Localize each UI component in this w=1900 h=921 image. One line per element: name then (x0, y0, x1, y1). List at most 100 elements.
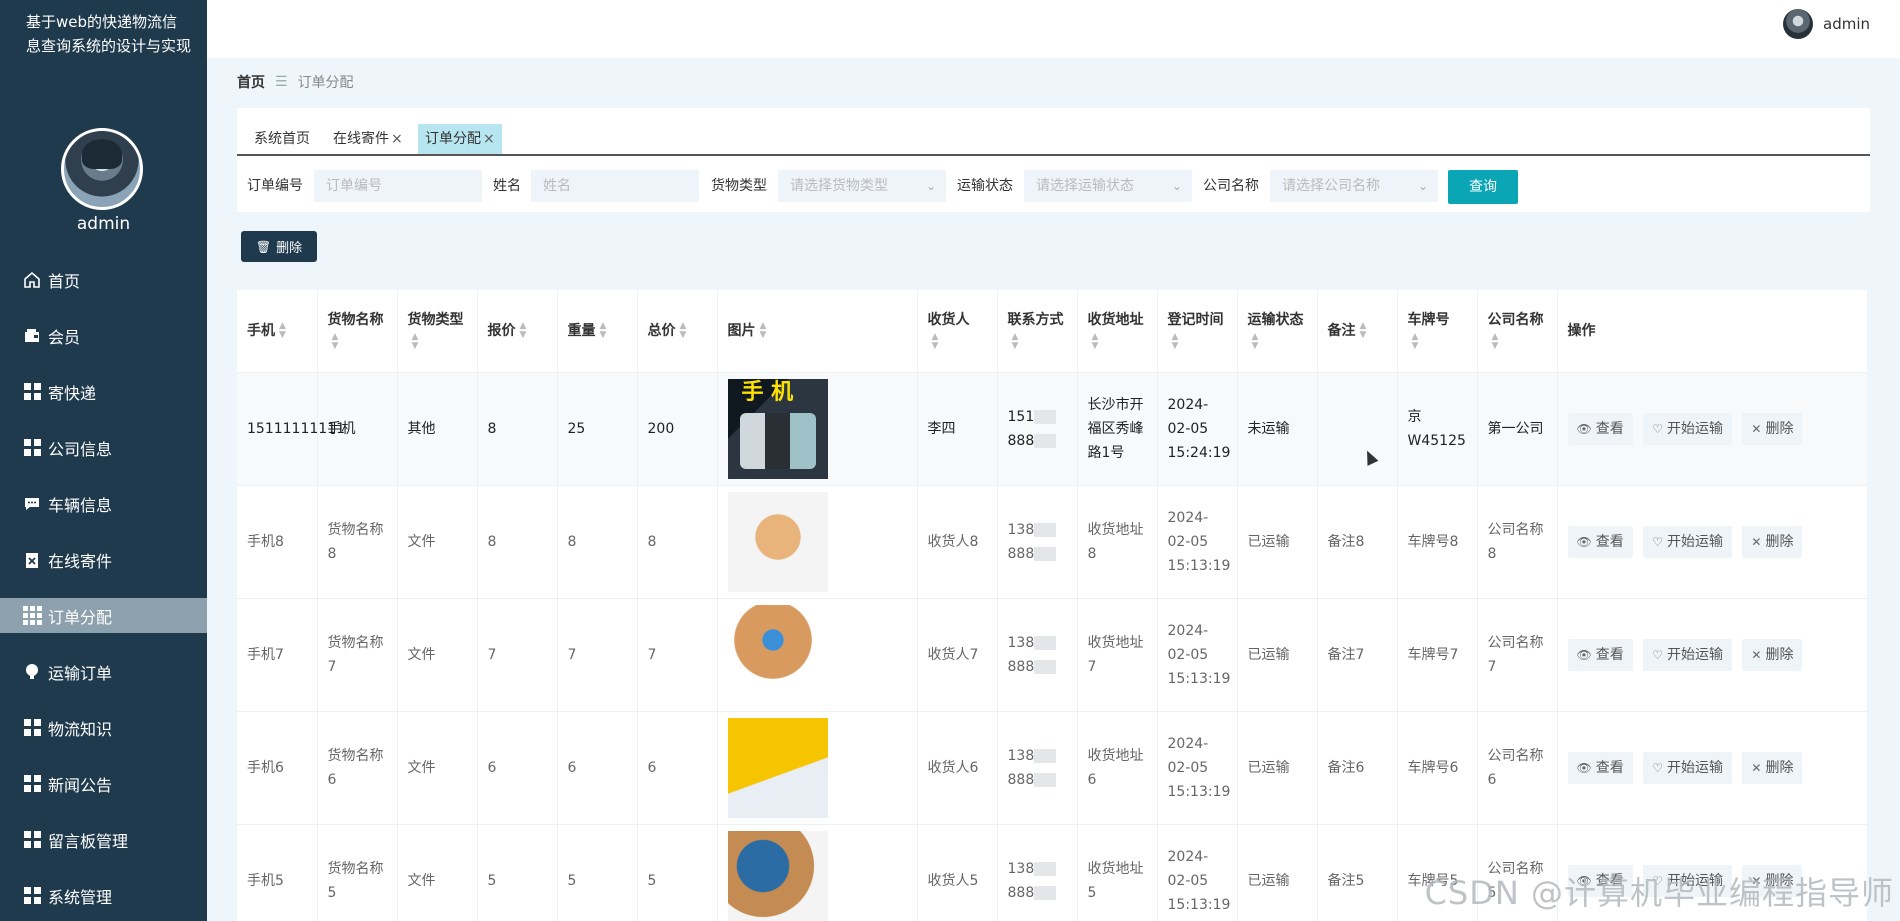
column-header[interactable]: 车牌号 ▲ ▼ (1397, 290, 1478, 372)
contact-suffix: 888 (1007, 658, 1035, 675)
tab-order-assign[interactable]: 订单分配 × (418, 124, 502, 154)
cell-image (717, 484, 918, 598)
delete-button[interactable]: ✕ 删除 (1742, 638, 1803, 671)
sidebar-item-send-express[interactable]: 寄快递 (0, 374, 207, 409)
sidebar-item-order-assign[interactable]: 订单分配 (0, 598, 207, 633)
view-button[interactable]: 👁 查看 (1567, 751, 1633, 784)
transport-status-label: 运输状态 (957, 178, 1013, 194)
sort-icon[interactable]: ▲ ▼ (332, 332, 339, 351)
cell-status: 已运输 (1237, 710, 1318, 824)
column-header[interactable]: 登记时间 ▲ ▼ (1157, 290, 1238, 372)
column-header[interactable]: 公司名称 ▲ ▼ (1477, 290, 1558, 372)
boxes-image[interactable] (727, 604, 828, 705)
sort-icon[interactable]: ▲ ▼ (760, 321, 767, 340)
sort-icon[interactable]: ▲ ▼ (1360, 321, 1367, 340)
user-menu[interactable]: admin (1783, 9, 1870, 39)
column-header[interactable]: 手机 ▲ ▼ (237, 290, 318, 372)
view-button[interactable]: 👁 查看 (1567, 525, 1633, 558)
tab-system-home[interactable]: 系统首页 (247, 124, 317, 154)
column-header[interactable]: 运输状态 ▲ ▼ (1237, 290, 1318, 372)
cell-quote: 5 (477, 823, 558, 921)
sort-icon[interactable]: ▲ ▼ (279, 321, 286, 340)
column-header[interactable]: 收货地址 ▲ ▼ (1077, 290, 1158, 372)
sidebar-item-home[interactable]: 首页 (0, 262, 207, 297)
cell-receiver: 收货人8 (917, 484, 998, 598)
close-icon[interactable]: × (391, 131, 403, 147)
start-transport-button[interactable]: ♡ 开始运输 (1643, 525, 1732, 558)
breadcrumb: 首页 ☰ 订单分配 (237, 72, 354, 92)
cell-status: 已运输 (1237, 484, 1318, 598)
sidebar-item-member[interactable]: 会员 (0, 318, 207, 353)
sort-icon[interactable]: ▲ ▼ (600, 321, 607, 340)
cell-company: 公司名称8 (1477, 484, 1558, 598)
sidebar-item-logistics-knowledge[interactable]: 物流知识 (0, 710, 207, 745)
sort-icon[interactable]: ▲ ▼ (1252, 332, 1259, 351)
sort-icon[interactable]: ▲ ▼ (932, 332, 939, 351)
table-row[interactable]: 15111111111 手机 其他 8 25 200 李四 151888 长沙市… (237, 371, 1867, 485)
name-input[interactable]: 姓名 (531, 170, 699, 202)
order-no-input[interactable]: 订单编号 (314, 170, 482, 202)
column-header[interactable]: 图片 ▲ ▼ (717, 290, 918, 372)
heart-icon: ♡ (1652, 647, 1663, 662)
view-button[interactable]: 👁 查看 (1567, 412, 1633, 445)
start-transport-button[interactable]: ♡ 开始运输 (1643, 751, 1732, 784)
sidebar-item-vehicle[interactable]: 车辆信息 (0, 486, 207, 521)
column-header[interactable]: 报价 ▲ ▼ (477, 290, 558, 372)
avatar[interactable] (61, 128, 143, 210)
column-header[interactable]: 备注 ▲ ▼ (1317, 290, 1398, 372)
delete-button[interactable]: ✕ 删除 (1742, 525, 1803, 558)
globe-image[interactable] (727, 830, 828, 921)
sort-icon[interactable]: ▲ ▼ (412, 332, 419, 351)
column-header[interactable]: 重量 ▲ ▼ (557, 290, 638, 372)
column-header[interactable]: 收货人 ▲ ▼ (917, 290, 998, 372)
sidebar-menu: 首页 会员 寄快递 公司信息 车辆信息 在线寄件 订单分配 运输订单 物流知识 … (0, 262, 207, 921)
phone-image[interactable] (727, 378, 828, 479)
redacted-block (1034, 522, 1057, 537)
column-header[interactable]: 联系方式 ▲ ▼ (997, 290, 1078, 372)
batch-delete-button[interactable]: 🗑 删除 (241, 231, 317, 262)
transport-status-select[interactable]: 请选择运输状态 ⌄ (1024, 170, 1192, 202)
column-header[interactable]: 总价 ▲ ▼ (637, 290, 718, 372)
cell-actions: 👁 查看 ♡ 开始运输 ✕ 删除 (1557, 597, 1867, 711)
cell-phone: 手机5 (237, 823, 318, 921)
tickets-image[interactable] (727, 717, 828, 818)
cell-address: 收货地址5 (1077, 823, 1158, 921)
delete-button[interactable]: ✕ 删除 (1742, 412, 1803, 445)
sort-icon[interactable]: ▲ ▼ (1492, 332, 1499, 351)
courier-image[interactable] (727, 491, 828, 592)
close-icon[interactable]: × (483, 131, 495, 147)
cell-goods-name: 货物名称7 (317, 597, 398, 711)
column-header[interactable]: 货物名称 ▲ ▼ (317, 290, 398, 372)
clipboard-x-icon (22, 550, 42, 570)
sidebar-item-transport-order[interactable]: 运输订单 (0, 654, 207, 689)
sort-icon[interactable]: ▲ ▼ (520, 321, 527, 340)
sidebar-item-company[interactable]: 公司信息 (0, 430, 207, 465)
query-button[interactable]: 查询 (1448, 170, 1518, 204)
table-row[interactable]: 手机6 货物名称6 文件 6 6 6 收货人6 138 888 收货地址6 202… (237, 710, 1867, 824)
table-row[interactable]: 手机7 货物名称7 文件 7 7 7 收货人7 138 888 收货地址7 202… (237, 597, 1867, 711)
sort-icon[interactable]: ▲ ▼ (680, 321, 687, 340)
grid-icon (22, 438, 42, 458)
table-row[interactable]: 手机8 货物名称8 文件 8 8 8 收货人8 138 888 收货地址8 202… (237, 484, 1867, 598)
delete-button[interactable]: ✕ 删除 (1742, 751, 1803, 784)
sort-icon[interactable]: ▲ ▼ (1092, 332, 1099, 351)
column-header[interactable]: 货物类型 ▲ ▼ (397, 290, 478, 372)
heart-icon: ♡ (1652, 760, 1663, 775)
goods-type-select[interactable]: 请选择货物类型 ⌄ (778, 170, 946, 202)
sidebar-item-system[interactable]: 系统管理 (0, 878, 207, 913)
sidebar-item-online-send[interactable]: 在线寄件 (0, 542, 207, 577)
view-button[interactable]: 👁 查看 (1567, 638, 1633, 671)
tab-online-send[interactable]: 在线寄件 × (326, 124, 410, 154)
company-select[interactable]: 请选择公司名称 ⌄ (1270, 170, 1438, 202)
sort-icon[interactable]: ▲ ▼ (1012, 332, 1019, 351)
start-transport-button[interactable]: ♡ 开始运输 (1643, 412, 1732, 445)
sidebar-item-message-board[interactable]: 留言板管理 (0, 822, 207, 857)
sidebar-item-news[interactable]: 新闻公告 (0, 766, 207, 801)
breadcrumb-home[interactable]: 首页 (237, 72, 265, 92)
breadcrumb-current: 订单分配 (297, 75, 354, 91)
cell-contact: 138 888 (997, 597, 1078, 711)
start-transport-button[interactable]: ♡ 开始运输 (1643, 638, 1732, 671)
sort-icon[interactable]: ▲ ▼ (1412, 332, 1419, 351)
content-panel: 系统首页 在线寄件 × 订单分配 × 订单编号 订单编号 姓名 姓名 货物类型 请选… (237, 108, 1870, 212)
sort-icon[interactable]: ▲ ▼ (1172, 332, 1179, 351)
